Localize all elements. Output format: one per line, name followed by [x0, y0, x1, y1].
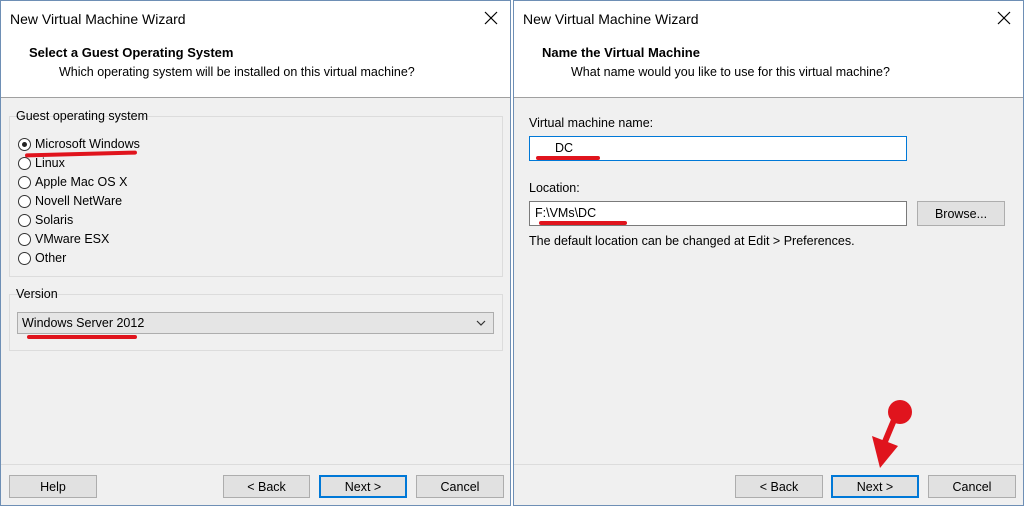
red-underline-annotation — [27, 335, 137, 339]
radio-other[interactable]: Other — [18, 249, 66, 267]
radio-label: VMware ESX — [35, 232, 110, 246]
wizard-window-guest-os: New Virtual Machine Wizard Select a Gues… — [0, 0, 511, 506]
wizard-header: Name the Virtual Machine What name would… — [514, 37, 1023, 98]
chevron-down-icon — [476, 320, 486, 326]
radio-icon — [18, 175, 31, 189]
browse-button[interactable]: Browse... — [917, 201, 1005, 226]
next-button[interactable]: Next > — [831, 475, 919, 498]
radio-label: Solaris — [35, 213, 74, 227]
radio-label: Microsoft Windows — [35, 137, 140, 151]
radio-label: Novell NetWare — [35, 194, 123, 208]
help-button[interactable]: Help — [9, 475, 97, 498]
version-group-label: Version — [16, 287, 58, 301]
page-title: Name the Virtual Machine — [542, 45, 700, 60]
radio-vmware-esx[interactable]: VMware ESX — [18, 230, 109, 248]
red-arrow-annotation-icon — [872, 400, 912, 468]
version-selected-value: Windows Server 2012 — [22, 316, 145, 330]
location-label: Location: — [529, 181, 580, 195]
next-button[interactable]: Next > — [319, 475, 407, 498]
radio-label: Apple Mac OS X — [35, 175, 128, 189]
location-value: F:\VMs\DC — [535, 206, 597, 220]
location-hint: The default location can be changed at E… — [529, 234, 855, 248]
footer-divider — [1, 464, 510, 465]
page-subtitle: Which operating system will be installed… — [59, 65, 415, 79]
radio-icon — [18, 137, 31, 151]
radio-icon — [18, 194, 31, 208]
red-underline-annotation — [536, 156, 600, 160]
radio-label: Linux — [35, 156, 65, 170]
page-subtitle: What name would you like to use for this… — [571, 65, 890, 79]
vm-name-value: DC — [555, 141, 574, 155]
wizard-window-name-vm: New Virtual Machine Wizard Name the Virt… — [513, 0, 1024, 506]
radio-label: Other — [35, 251, 67, 265]
radio-icon — [18, 251, 31, 265]
wizard-header: Select a Guest Operating System Which op… — [1, 37, 510, 98]
vm-name-label: Virtual machine name: — [529, 116, 654, 130]
window-title: New Virtual Machine Wizard — [523, 11, 699, 27]
radio-icon — [18, 232, 31, 246]
cancel-button[interactable]: Cancel — [416, 475, 504, 498]
radio-icon — [18, 156, 31, 170]
radio-icon — [18, 213, 31, 227]
title-bar: New Virtual Machine Wizard — [514, 1, 1023, 37]
radio-novell-netware[interactable]: Novell NetWare — [18, 192, 122, 210]
back-button[interactable]: < Back — [735, 475, 823, 498]
title-bar: New Virtual Machine Wizard — [1, 1, 510, 37]
back-button[interactable]: < Back — [223, 475, 310, 498]
cancel-button[interactable]: Cancel — [928, 475, 1016, 498]
window-title: New Virtual Machine Wizard — [10, 11, 186, 27]
radio-apple-mac-os-x[interactable]: Apple Mac OS X — [18, 173, 127, 191]
footer-divider — [514, 464, 1023, 465]
red-underline-annotation — [539, 221, 627, 225]
radio-solaris[interactable]: Solaris — [18, 211, 73, 229]
guest-os-group-label: Guest operating system — [16, 109, 149, 123]
page-title: Select a Guest Operating System — [29, 45, 234, 60]
version-dropdown[interactable]: Windows Server 2012 — [17, 312, 494, 334]
close-icon[interactable] — [997, 11, 1011, 25]
close-icon[interactable] — [484, 11, 498, 25]
